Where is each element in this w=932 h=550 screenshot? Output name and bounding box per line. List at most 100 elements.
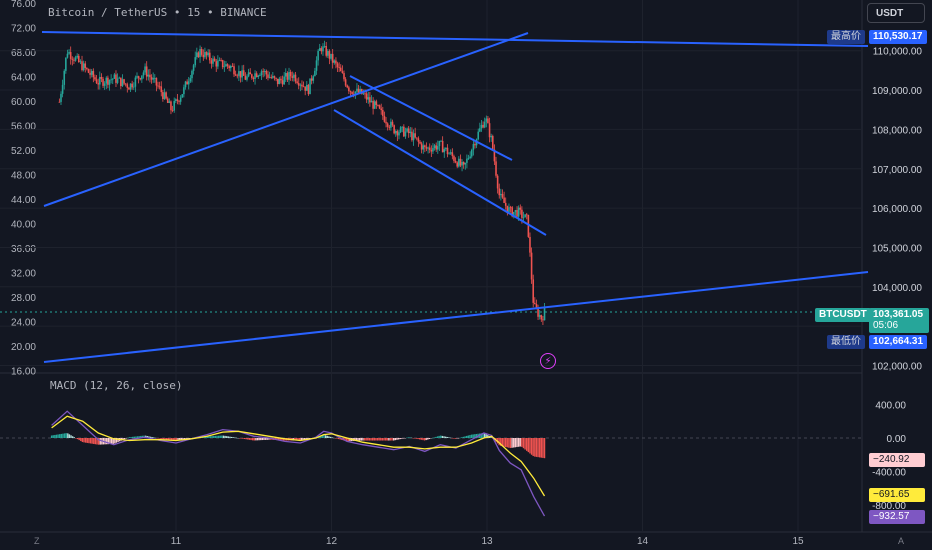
macd-histogram-bar [99,438,101,445]
candle-body [286,73,289,80]
candle-body [163,92,166,100]
candle-body [529,236,531,253]
candle-body [157,85,159,87]
macd-histogram-bar [537,438,539,458]
macd-histogram-bar [224,435,226,438]
macd-histogram-bar [235,437,238,439]
macd-histogram-bar [55,434,58,438]
macd-histogram-bar [509,438,512,449]
candle-body [420,143,423,150]
candle-body [398,132,400,136]
candle-body [217,60,219,67]
macd-histogram-bar [530,438,533,455]
candle-body [357,88,360,93]
candle-body [249,72,252,75]
candle-body [480,124,483,129]
high-price-label: 110,530.17 [869,30,927,44]
candle-body [314,70,316,77]
lightning-icon[interactable]: ⚡ [540,353,556,369]
macd-histogram-bar [209,436,212,438]
candle-body [373,101,376,109]
macd-histogram-bar [123,438,126,440]
macd-histogram-bar [91,438,93,444]
candle-body [449,152,452,154]
macd-histogram-bar [414,438,416,439]
candle-body [197,52,200,58]
candle-body [210,60,213,64]
macd-histogram-bar [238,438,241,439]
candle-body [220,59,222,61]
candle-body [199,48,201,58]
macd-histogram-bar [444,436,447,438]
left-axis-label: 48.00 [11,171,36,182]
candle-body [417,138,420,142]
candle-body [107,77,109,85]
candle-body [430,149,433,152]
chart-canvas[interactable]: 11 12 13 14 15 76.00 72.00 68.00 64.00 60.00 56.00… [0,0,932,550]
macd-histogram-bar [464,436,466,438]
macd-histogram-bar [466,435,468,438]
candle-body [79,61,82,63]
macd-histogram-bar [449,437,452,439]
macd-histogram-bar [328,436,330,438]
macd-histogram-bar [63,433,66,438]
macd-histogram-bar [367,438,369,441]
signal-value-label: −691.65 [869,488,925,502]
x-tick-label: 14 [637,536,649,547]
candle-body [411,131,413,141]
macd-histogram-bar [407,437,410,438]
macd-histogram-bar [457,438,460,439]
price-axis-label: 105,000.00 [872,243,922,254]
candle-body [74,57,77,61]
candle-body [496,175,499,189]
candle-body [477,131,480,140]
x-tick-label: 12 [326,536,338,547]
candle-body [113,74,116,79]
macd-histogram-bar [214,435,217,438]
left-axis-label: 56.00 [11,122,36,133]
macd-histogram-bar [106,438,108,445]
symbol-name[interactable]: Bitcoin / TetherUS [48,6,167,19]
candle-body [242,70,245,76]
macd-histogram-bar [386,438,388,441]
macd-histogram-bar [59,434,61,438]
candle-body [218,59,221,61]
candle-body [317,50,319,61]
candle-body [212,58,214,64]
macd-histogram-bar [401,438,403,439]
candle-body [69,52,72,59]
candle-body [312,76,315,81]
macd-histogram-bar [430,438,432,439]
candle-body [103,83,106,86]
candle-body [304,86,306,91]
currency-button[interactable]: USDT [867,3,925,23]
candle-body [522,217,525,219]
candle-body [58,101,61,103]
macd-histogram-bar [538,438,541,458]
left-axis-label: 44.00 [11,195,36,206]
macd-histogram-bar [334,438,337,439]
candle-body [291,76,294,78]
candle-body [136,76,138,78]
candle-body [115,74,117,83]
macd-histogram-bar [213,435,215,438]
macd-histogram-bar [525,438,528,451]
macd-histogram-bar [324,435,327,438]
candle-body [415,137,418,139]
candle-body [315,60,318,71]
left-axis-label: 60.00 [11,97,36,108]
macd-histogram-bar [425,438,427,441]
candle-body [89,72,91,75]
macd-histogram-bar [371,438,374,441]
macd-title[interactable]: MACD (12, 26, close) [50,379,182,392]
left-axis-label: 52.00 [11,146,36,157]
left-axis-label: 64.00 [11,73,36,84]
macd-histogram-bar [522,438,525,449]
macd-histogram-bar [251,438,254,441]
candle-body [118,77,121,79]
macd-histogram-bar [162,438,165,440]
candle-body [453,156,455,161]
interval-label[interactable]: 15 [187,6,200,19]
candle-body [178,100,180,102]
low-tag: 最低价 [827,335,865,349]
